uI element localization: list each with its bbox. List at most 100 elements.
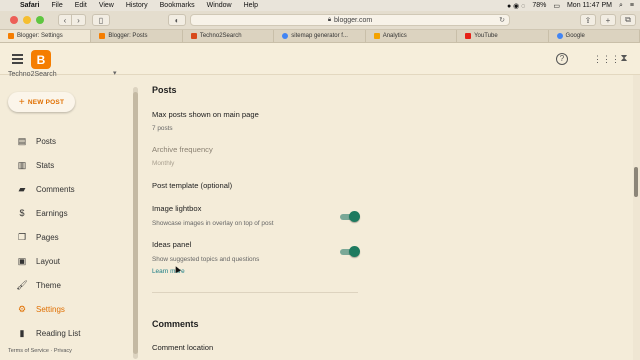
blogger-logo[interactable]: B xyxy=(31,50,51,69)
hourglass-icon[interactable]: ⧗ xyxy=(618,53,630,65)
post-template-setting[interactable]: Post template (optional) xyxy=(152,181,232,190)
blog-name[interactable]: Techno2Search xyxy=(8,71,57,78)
tab-bar: Blogger: Settings Blogger: Posts Techno2… xyxy=(0,30,640,43)
tab-label: sitemap generator f... xyxy=(291,33,348,39)
forward-button[interactable]: › xyxy=(72,14,86,26)
new-post-button[interactable]: + NEW POST xyxy=(8,92,75,112)
fullscreen-window-button[interactable] xyxy=(36,16,44,24)
tab-label: Blogger: Posts xyxy=(108,33,148,39)
sidebar-item-posts[interactable]: ▤ Posts xyxy=(0,132,134,150)
menu-bookmarks[interactable]: Bookmarks xyxy=(154,2,201,9)
google-favicon-icon xyxy=(282,33,289,39)
image-lightbox-label: Image lightbox xyxy=(152,204,202,213)
main-scrollbar[interactable] xyxy=(633,75,640,360)
tab-blogger-settings[interactable]: Blogger: Settings xyxy=(0,30,92,42)
sidebar-item-theme[interactable]: 🖌︎ Theme xyxy=(0,276,134,294)
comment-location-setting[interactable]: Comment location xyxy=(152,343,213,352)
sidebar-item-label: Reading List xyxy=(36,328,81,338)
help-icon[interactable]: ? xyxy=(556,53,568,65)
address-bar[interactable]: 🔒︎ blogger.com ↻ xyxy=(190,14,510,26)
archive-frequency-setting[interactable]: Archive frequency xyxy=(152,145,213,154)
sidebar-scrollbar-thumb[interactable] xyxy=(133,92,138,354)
tab-sitemap-generator[interactable]: sitemap generator f... xyxy=(274,30,366,42)
menu-app-name[interactable]: Safari xyxy=(14,2,45,9)
sidebar-item-label: Pages xyxy=(36,232,59,242)
stats-icon: ▥ xyxy=(17,159,27,170)
image-lightbox-description: Showcase images in overlay on top of pos… xyxy=(152,220,274,227)
menu-window[interactable]: Window xyxy=(201,2,238,9)
battery-icon[interactable]: ▭ xyxy=(553,2,560,10)
ideas-panel-toggle[interactable] xyxy=(340,246,360,258)
tab-label: Analytics xyxy=(382,33,407,39)
terms-link[interactable]: Terms of Service xyxy=(8,348,49,354)
mac-menubar: Safari File Edit View History Bookmarks … xyxy=(0,0,640,11)
clock[interactable]: Mon 11:47 PM xyxy=(567,2,612,9)
menu-view[interactable]: View xyxy=(93,2,120,9)
sidebar-item-comments[interactable]: ▰ Comments xyxy=(0,180,134,198)
hamburger-menu-icon[interactable] xyxy=(12,54,23,66)
blog-selector-caret-icon[interactable]: ▾ xyxy=(113,69,117,77)
sidebar-item-stats[interactable]: ▥ Stats xyxy=(0,156,134,174)
control-center-icon[interactable]: ≡ xyxy=(630,2,634,9)
lock-icon: 🔒︎ xyxy=(327,16,332,23)
footer-separator: · xyxy=(50,348,53,354)
sidebar-scrollbar[interactable] xyxy=(133,87,138,359)
posts-icon: ▤ xyxy=(17,135,27,146)
blogger-favicon-icon xyxy=(8,33,14,39)
blogger-favicon-icon xyxy=(190,33,197,39)
sidebar-item-label: Theme xyxy=(36,280,61,290)
comments-icon: ▰ xyxy=(18,183,26,194)
tab-analytics[interactable]: Analytics xyxy=(366,30,458,42)
minimize-window-button[interactable] xyxy=(23,16,31,24)
plus-icon: + xyxy=(18,96,25,108)
sidebar-item-reading-list[interactable]: ▮ Reading List xyxy=(0,324,134,342)
tab-label: YouTube xyxy=(474,33,498,39)
layout-icon: ▣ xyxy=(17,255,27,266)
new-post-label: NEW POST xyxy=(27,98,65,106)
max-posts-value: 7 posts xyxy=(152,125,173,132)
sidebar-item-label: Layout xyxy=(36,256,61,266)
reload-icon[interactable]: ↻ xyxy=(499,16,505,24)
tab-techno2search[interactable]: Techno2Search xyxy=(183,30,275,42)
google-favicon-icon xyxy=(556,33,563,39)
privacy-report-icon[interactable]: ◐ xyxy=(168,14,186,26)
privacy-link[interactable]: Privacy xyxy=(54,348,72,354)
sidebar-item-label: Settings xyxy=(36,304,65,314)
tab-blogger-posts[interactable]: Blogger: Posts xyxy=(91,30,183,42)
main-scrollbar-thumb[interactable] xyxy=(634,167,638,197)
share-icon[interactable]: ⇪ xyxy=(580,14,596,26)
analytics-favicon-icon xyxy=(373,33,380,39)
tab-google[interactable]: Google xyxy=(549,30,640,42)
tab-overview-icon[interactable]: ⧉ xyxy=(620,14,636,26)
posts-section-title: Posts xyxy=(152,85,177,95)
sidebar-item-label: Comments xyxy=(36,184,75,194)
pages-icon: ❐ xyxy=(17,231,27,242)
new-tab-icon[interactable]: + xyxy=(600,14,616,26)
history-nav: ‹ › xyxy=(58,14,86,26)
menu-help[interactable]: Help xyxy=(238,2,264,9)
battery-percent[interactable]: 78% xyxy=(532,2,546,9)
apps-grid-icon[interactable]: ⋮⋮⋮ xyxy=(593,53,620,65)
close-window-button[interactable] xyxy=(10,16,18,24)
tab-youtube[interactable]: YouTube xyxy=(457,30,549,42)
sidebar-item-pages[interactable]: ❐ Pages xyxy=(0,228,134,246)
sidebar-item-earnings[interactable]: $ Earnings xyxy=(0,204,134,222)
sidebar-toggle-icon[interactable]: ▯ xyxy=(92,14,110,26)
image-lightbox-toggle[interactable] xyxy=(340,211,360,223)
menu-history[interactable]: History xyxy=(120,2,154,9)
sidebar-item-layout[interactable]: ▣ Layout xyxy=(0,252,134,270)
settings-main: Posts Max posts shown on main page 7 pos… xyxy=(140,75,640,360)
sidebar-item-settings[interactable]: ⚙ Settings xyxy=(0,300,134,318)
menu-edit[interactable]: Edit xyxy=(69,2,93,9)
search-icon[interactable]: ⌕ xyxy=(619,2,623,10)
blogger-favicon-icon xyxy=(99,33,106,39)
youtube-favicon-icon xyxy=(465,33,472,39)
status-icons[interactable]: ● ◉ ◌ xyxy=(507,2,525,10)
toggle-knob xyxy=(349,246,360,257)
url-text: blogger.com xyxy=(334,16,373,24)
back-button[interactable]: ‹ xyxy=(58,14,72,26)
ideas-panel-label: Ideas panel xyxy=(152,240,192,249)
menu-file[interactable]: File xyxy=(45,2,68,9)
comments-section-title: Comments xyxy=(152,319,199,329)
max-posts-setting[interactable]: Max posts shown on main page xyxy=(152,110,259,119)
